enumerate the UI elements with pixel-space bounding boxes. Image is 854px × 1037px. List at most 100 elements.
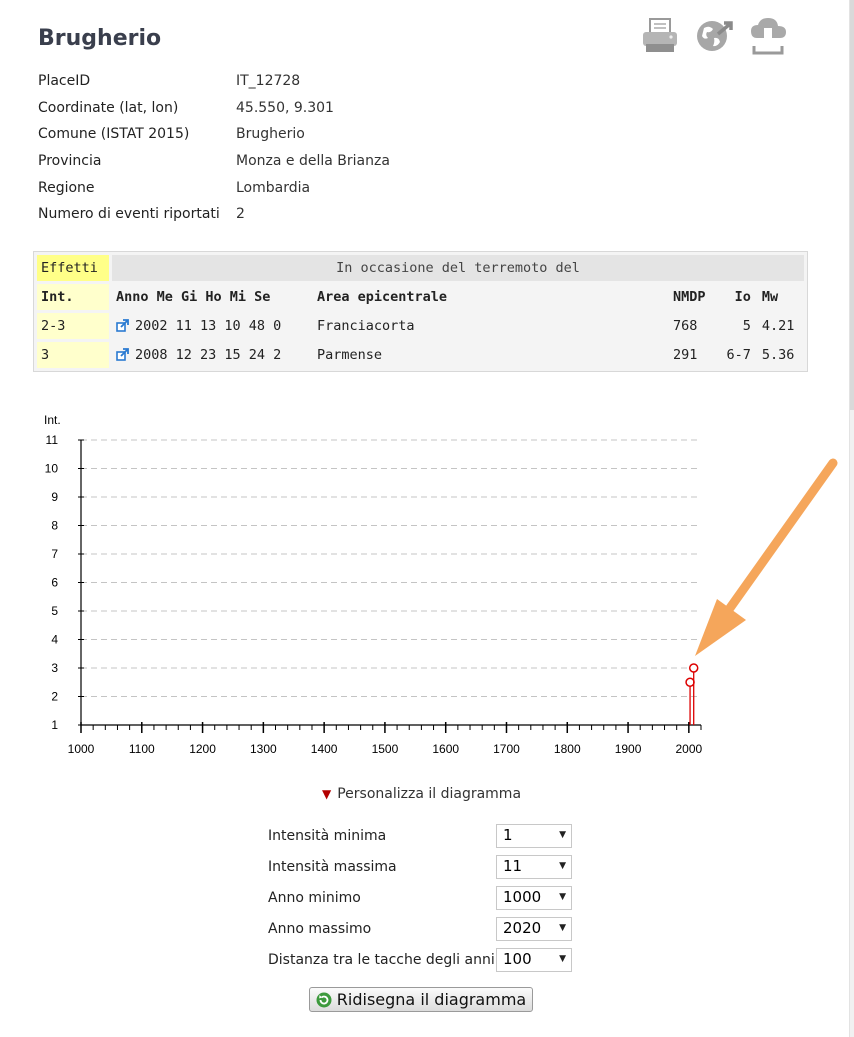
info-row-num-eventi: Numero di eventi riportati 2 (38, 201, 390, 228)
x-tick-label: 2000 (675, 742, 702, 756)
info-value: 45.550, 9.301 (236, 99, 334, 116)
form-label: Distanza tra le tacche degli anni (268, 951, 495, 968)
info-row-coordinates: Coordinate (lat, lon) 45.550, 9.301 (38, 95, 390, 122)
x-tick-label: 1200 (189, 742, 216, 756)
x-tick-label: 1300 (250, 742, 277, 756)
col-nmdp: NMDP (673, 289, 706, 305)
info-row-comune: Comune (ISTAT 2015) Brugherio (38, 121, 390, 148)
cell-mw: 5.36 (761, 347, 795, 363)
cell-io: 6-7 (726, 347, 751, 363)
redraw-button-label: Ridisegna il diagramma (336, 990, 527, 1009)
y-tick-label: 5 (51, 604, 58, 618)
select-value: 100 (503, 949, 532, 968)
external-link-icon[interactable] (116, 319, 129, 332)
y-tick-label: 4 (51, 633, 58, 647)
intensity-chart: Int. 1 2 3 4 5 6 7 8 9 10 11 1000 1100 1200 1300 1400 150… (44, 413, 838, 756)
y-tick-label: 1 (51, 718, 58, 732)
triangle-down-icon: ▼ (322, 787, 332, 801)
min-intensity-select[interactable]: 1 ▼ (496, 823, 572, 848)
cloud-download-icon[interactable] (748, 16, 788, 56)
y-tick-label: 10 (45, 462, 59, 476)
event-date: 2008 12 23 15 24 2 (135, 347, 282, 363)
form-label: Anno massimo (268, 920, 372, 937)
x-tick-label: 1500 (372, 742, 399, 756)
col-date: Anno Me Gi Ho Mi Se (116, 289, 271, 305)
cell-area: Parmense (317, 347, 383, 363)
y-tick-label: 11 (46, 433, 59, 447)
col-int: Int. (37, 284, 109, 310)
effects-header: Effetti (37, 255, 109, 281)
cell-nmdp: 768 (673, 318, 698, 334)
annotation-arrow-shaft (725, 458, 838, 613)
data-point[interactable] (685, 677, 695, 687)
form-row-max-intensity: Intensità massima 11 ▼ (268, 851, 572, 882)
y-tick-label: 3 (51, 661, 58, 675)
x-tick-label: 1700 (493, 742, 520, 756)
printer-icon[interactable] (640, 16, 680, 56)
form-row-min-intensity: Intensità minima 1 ▼ (268, 820, 572, 851)
y-tick-label: 7 (51, 547, 58, 561)
info-label: Numero di eventi riportati (38, 206, 220, 223)
y-tick-label: 6 (51, 576, 58, 590)
dropdown-arrow-icon: ▼ (559, 829, 566, 840)
cell-date: 2008 12 23 15 24 2 (112, 342, 310, 368)
min-year-select[interactable]: 1000 ▼ (496, 885, 572, 910)
dropdown-arrow-icon: ▼ (559, 860, 566, 871)
cell-nmdp: 291 (673, 347, 698, 363)
event-date: 2002 11 13 10 48 0 (135, 318, 282, 334)
info-value: 2 (236, 206, 245, 223)
redraw-button[interactable]: Ridisegna il diagramma (309, 987, 533, 1012)
info-value: Lombardia (236, 179, 311, 196)
info-label: Comune (ISTAT 2015) (38, 126, 190, 143)
col-area: Area epicentrale (317, 289, 448, 305)
external-link-icon[interactable] (116, 348, 129, 361)
place-info: PlaceID IT_12728 Coordinate (lat, lon) 45.… (38, 68, 390, 228)
info-value: IT_12728 (236, 73, 301, 90)
form-label: Intensità minima (268, 827, 387, 844)
form-row-min-year: Anno minimo 1000 ▼ (268, 882, 572, 913)
globe-export-icon[interactable] (694, 16, 734, 56)
info-row-placeid: PlaceID IT_12728 (38, 68, 390, 95)
cell-int: 3 (37, 342, 109, 368)
select-value: 11 (503, 856, 523, 875)
info-label: Coordinate (lat, lon) (38, 99, 179, 116)
x-tick-label: 1400 (311, 742, 338, 756)
toolbar (640, 16, 788, 56)
table-row: 2-3 2002 11 13 10 48 0 Franciacorta 768 … (37, 313, 804, 339)
occasion-header: In occasione del terremoto del (112, 255, 804, 281)
dropdown-arrow-icon: ▼ (559, 891, 566, 902)
cell-date: 2002 11 13 10 48 0 (112, 313, 310, 339)
select-value: 2020 (503, 918, 542, 937)
select-value: 1000 (503, 887, 542, 906)
y-tick-label: 8 (51, 519, 58, 533)
max-intensity-select[interactable]: 11 ▼ (496, 854, 572, 879)
annotation-arrow-head (695, 599, 746, 656)
table-columns-row: Int. Anno Me Gi Ho Mi Se Area epicentral… (37, 284, 804, 310)
y-tick-label: 9 (51, 490, 58, 504)
form-label: Anno minimo (268, 889, 361, 906)
page-title: Brugherio (38, 26, 162, 51)
customize-form: Intensità minima 1 ▼ Intensità massima 11… (268, 820, 572, 975)
customize-label: Personalizza il diagramma (337, 786, 522, 802)
y-tick-label: 2 (51, 690, 58, 704)
data-point[interactable] (688, 663, 699, 673)
form-row-max-year: Anno massimo 2020 ▼ (268, 913, 572, 944)
select-value: 1 (503, 825, 513, 844)
table-header-row: Effetti In occasione del terremoto del (37, 255, 804, 281)
info-label: Regione (38, 179, 95, 196)
scrollbar-thumb[interactable] (850, 0, 854, 410)
refresh-icon (316, 992, 332, 1007)
customize-toggle[interactable]: ▼ Personalizza il diagramma (322, 786, 521, 802)
table-row: 3 2008 12 23 15 24 2 Parmense 291 6-7 5.… (37, 342, 804, 368)
x-tick-label: 1900 (615, 742, 642, 756)
cell-int: 2-3 (37, 313, 109, 339)
x-tick-label: 1800 (554, 742, 581, 756)
info-label: PlaceID (38, 73, 91, 90)
x-tick-label: 1100 (129, 742, 155, 756)
form-row-year-tick: Distanza tra le tacche degli anni 100 ▼ (268, 944, 572, 975)
info-value: Monza e della Brianza (236, 153, 390, 170)
info-row-provincia: Provincia Monza e della Brianza (38, 148, 390, 175)
x-tick-label: 1600 (432, 742, 459, 756)
max-year-select[interactable]: 2020 ▼ (496, 916, 572, 941)
year-tick-select[interactable]: 100 ▼ (496, 947, 572, 972)
